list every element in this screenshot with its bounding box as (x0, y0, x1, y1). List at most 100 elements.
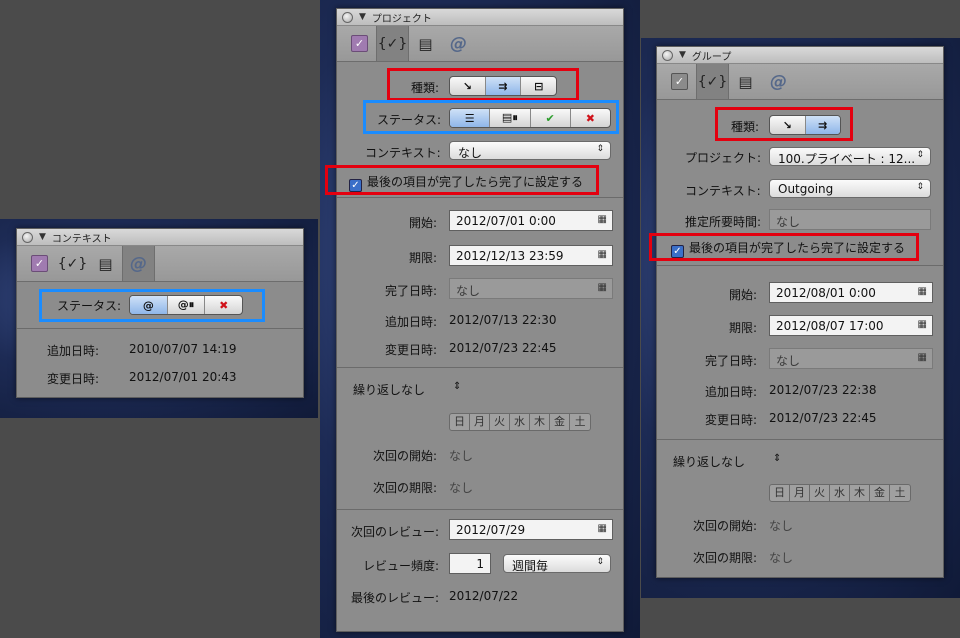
next-review-date-field[interactable]: 2012/07/29 ▦ (449, 519, 613, 540)
review-frequency-unit-popup[interactable]: 週間毎 ⇕ (503, 554, 611, 573)
last-review-value: 2012/07/22 (449, 589, 519, 603)
tab-context[interactable]: @ (442, 26, 475, 61)
completed-date-value: なし (776, 354, 801, 368)
completed-date-field[interactable]: なし ▦ (769, 348, 933, 369)
weekday-wed[interactable]: 水 (510, 414, 530, 430)
calendar-icon[interactable]: ▦ (598, 282, 607, 293)
tab-action[interactable]: ✓ (663, 64, 696, 99)
start-date-field[interactable]: 2012/07/01 0:00 ▦ (449, 210, 613, 231)
title-bar[interactable]: ▼ プロジェクト (337, 9, 623, 26)
weekday-thu[interactable]: 木 (530, 414, 550, 430)
collapse-triangle-icon[interactable]: ▼ (359, 12, 366, 22)
weekday-selector[interactable]: 日 月 火 水 木 金 土 (769, 484, 911, 502)
project-label: プロジェクト: (685, 151, 762, 165)
next-review-value: 2012/07/29 (456, 523, 526, 537)
calendar-icon[interactable]: ▦ (598, 523, 607, 534)
tab-group[interactable]: {✓} (376, 26, 409, 61)
review-frequency-number-field[interactable]: 1 (449, 553, 491, 574)
added-value: 2012/07/23 22:38 (769, 383, 877, 397)
updown-arrows-icon[interactable]: ⇕ (773, 453, 781, 464)
updown-arrows-icon[interactable]: ⇕ (453, 381, 461, 392)
weekday-sun[interactable]: 日 (770, 485, 790, 501)
repeat-popup[interactable]: 繰り返しなし (673, 453, 745, 470)
window-close-icon[interactable] (662, 49, 673, 61)
stacked-windows-icon: ▤ (738, 72, 753, 91)
weekday-tue[interactable]: 火 (490, 414, 510, 430)
added-label: 追加日時: (385, 315, 438, 329)
modified-label: 変更日時: (385, 343, 438, 357)
window-title: コンテキスト (51, 233, 112, 245)
modified-value: 2012/07/23 22:45 (769, 411, 877, 425)
divider (657, 265, 943, 266)
title-bar[interactable]: ▼ コンテキスト (17, 229, 303, 246)
braces-check-icon: {✓} (697, 73, 728, 90)
tab-action[interactable]: ✓ (23, 246, 56, 281)
title-bar[interactable]: ▼ グループ (657, 47, 943, 64)
tab-project[interactable]: ▤ (409, 26, 442, 61)
tab-action[interactable]: ✓ (343, 26, 376, 61)
divider (337, 367, 623, 368)
last-review-label: 最後のレビュー: (351, 591, 440, 605)
tab-context[interactable]: @ (122, 246, 155, 281)
divider (657, 439, 943, 440)
repeat-popup[interactable]: 繰り返しなし (353, 381, 425, 398)
due-date-field[interactable]: 2012/12/13 23:59 ▦ (449, 245, 613, 266)
weekday-sat[interactable]: 土 (890, 485, 910, 501)
collapse-triangle-icon[interactable]: ▼ (679, 50, 686, 60)
tab-project[interactable]: ▤ (89, 246, 122, 281)
context-popup[interactable]: Outgoing ⇕ (769, 179, 931, 198)
checkbox-tab-icon: ✓ (671, 73, 688, 90)
completed-date-field[interactable]: なし ▦ (449, 278, 613, 299)
start-label: 開始: (729, 288, 758, 302)
weekday-sun[interactable]: 日 (450, 414, 470, 430)
next-start-label: 次回の開始: (373, 449, 438, 463)
weekday-wed[interactable]: 水 (830, 485, 850, 501)
start-date-field[interactable]: 2012/08/01 0:00 ▦ (769, 282, 933, 303)
modified-value: 2012/07/23 22:45 (449, 341, 557, 355)
weekday-tue[interactable]: 火 (810, 485, 830, 501)
next-due-value: なし (449, 481, 474, 495)
collapse-triangle-icon[interactable]: ▼ (39, 232, 46, 242)
tab-context[interactable]: @ (762, 64, 795, 99)
weekday-thu[interactable]: 木 (850, 485, 870, 501)
at-sign-icon: @ (450, 33, 467, 54)
weekday-sat[interactable]: 土 (570, 414, 590, 430)
updown-arrows-icon: ⇕ (916, 150, 924, 160)
divider (337, 509, 623, 510)
weekday-selector[interactable]: 日 月 火 水 木 金 土 (449, 413, 591, 431)
tab-project[interactable]: ▤ (729, 64, 762, 99)
next-due-label: 次回の期限: (373, 481, 438, 495)
checkbox-tab-icon: ✓ (31, 255, 48, 272)
due-label: 期限: (729, 321, 758, 335)
due-date-value: 2012/12/13 23:59 (456, 249, 564, 263)
weekday-fri[interactable]: 金 (870, 485, 890, 501)
added-label: 追加日時: (705, 385, 758, 399)
divider (17, 328, 303, 329)
added-value: 2010/07/07 14:19 (129, 342, 237, 356)
highlight-box-red (325, 165, 599, 195)
weekday-fri[interactable]: 金 (550, 414, 570, 430)
weekday-mon[interactable]: 月 (790, 485, 810, 501)
updown-arrows-icon: ⇕ (596, 144, 604, 154)
completed-label: 完了日時: (705, 354, 758, 368)
due-date-field[interactable]: 2012/08/07 17:00 ▦ (769, 315, 933, 336)
calendar-icon[interactable]: ▦ (598, 249, 607, 260)
context-popup-value: なし (458, 146, 483, 160)
window-close-icon[interactable] (342, 11, 353, 23)
tab-group[interactable]: {✓} (56, 246, 89, 281)
calendar-icon[interactable]: ▦ (918, 352, 927, 363)
calendar-icon[interactable]: ▦ (918, 286, 927, 297)
added-label: 追加日時: (47, 344, 100, 358)
context-popup[interactable]: なし ⇕ (449, 141, 611, 160)
project-popup[interactable]: 100.プライベート : 12... ⇕ (769, 147, 931, 166)
tab-group[interactable]: {✓} (696, 64, 729, 99)
updown-arrows-icon: ⇕ (916, 182, 924, 192)
calendar-icon[interactable]: ▦ (598, 214, 607, 225)
window-close-icon[interactable] (22, 231, 33, 243)
completed-label: 完了日時: (385, 284, 438, 298)
added-value: 2012/07/13 22:30 (449, 313, 557, 327)
weekday-mon[interactable]: 月 (470, 414, 490, 430)
calendar-icon[interactable]: ▦ (918, 319, 927, 330)
highlight-box-red (715, 107, 853, 141)
estimate-field[interactable]: なし (769, 209, 931, 230)
